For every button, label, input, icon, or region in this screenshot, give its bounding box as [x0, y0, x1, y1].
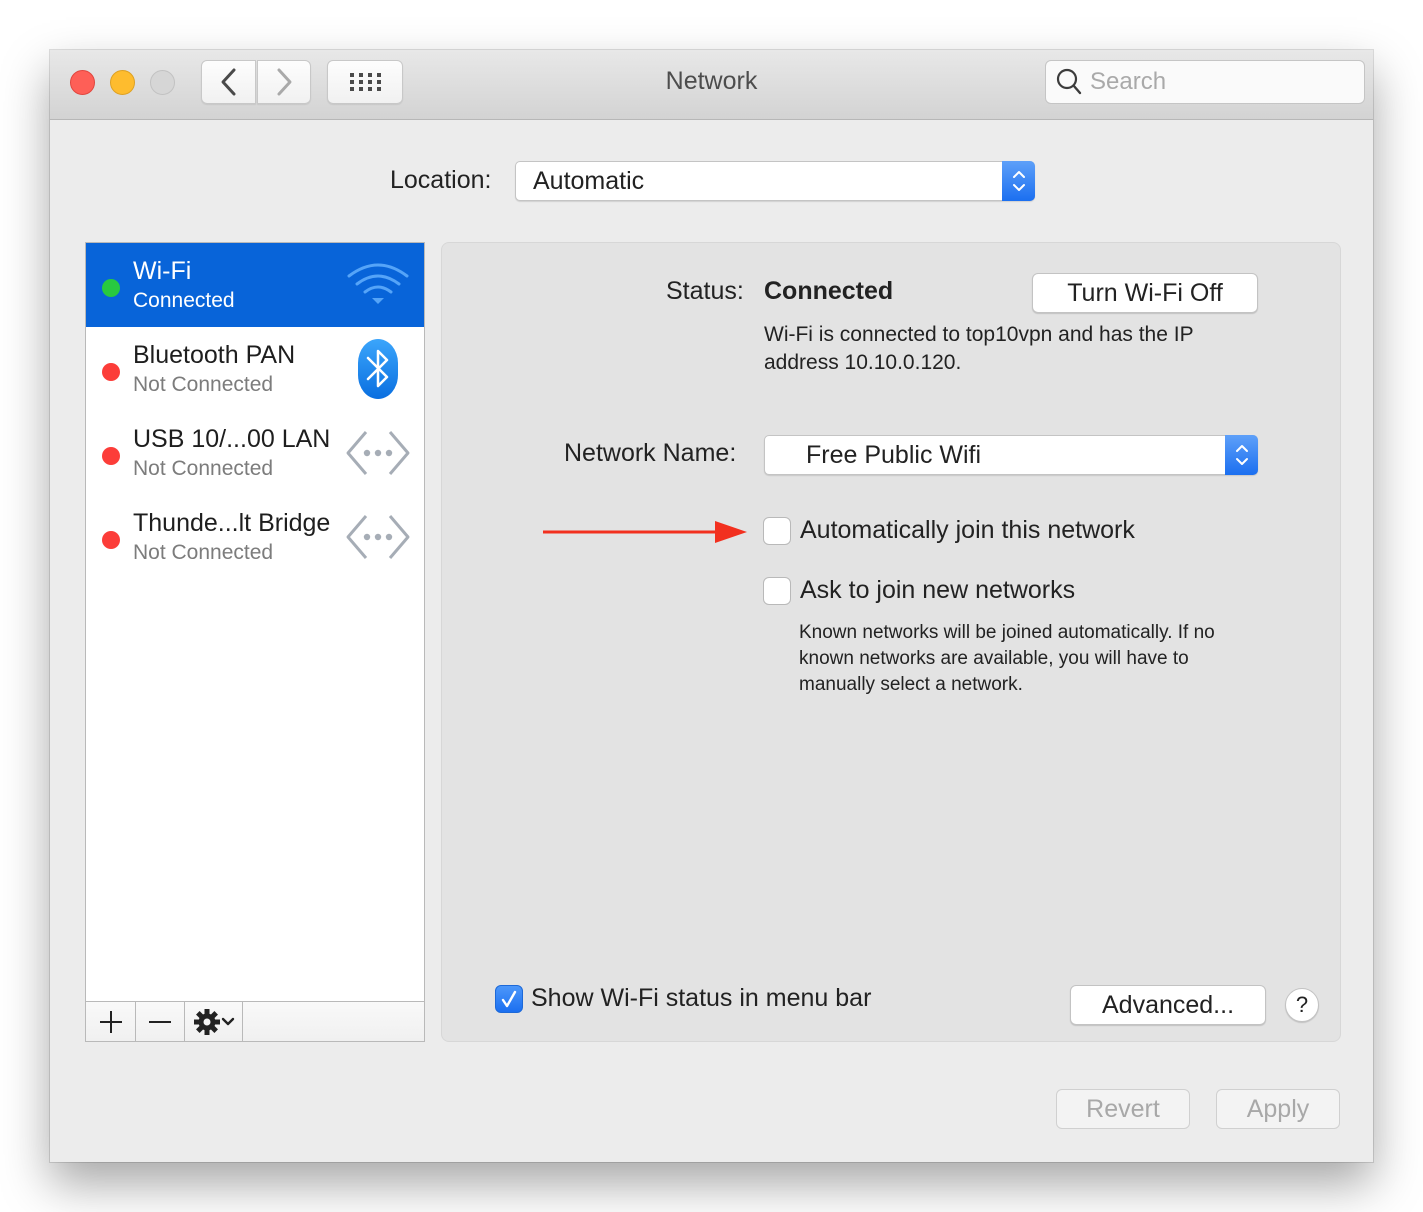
- annotation-arrow-icon: [543, 521, 747, 543]
- revert-button[interactable]: Revert: [1056, 1089, 1190, 1129]
- service-status: Not Connected: [133, 373, 274, 396]
- status-dot-disconnected: [102, 363, 120, 381]
- service-list-toolbar: [86, 1001, 424, 1041]
- help-button[interactable]: ?: [1285, 988, 1319, 1022]
- status-label: Status:: [666, 277, 744, 305]
- bluetooth-icon: [346, 339, 410, 399]
- network-name-popup[interactable]: Free Public Wifi: [764, 435, 1258, 475]
- service-item-thunderbolt-bridge[interactable]: Thunde...lt Bridge Not Connected: [86, 495, 424, 579]
- checkmark-icon: [501, 990, 517, 1008]
- service-name: Bluetooth PAN: [133, 341, 296, 369]
- service-status: Connected: [133, 289, 235, 312]
- ask-to-join-label[interactable]: Ask to join new networks: [800, 576, 1075, 605]
- service-item-wifi[interactable]: Wi-Fi Connected: [86, 243, 424, 327]
- status-description: Wi-Fi is connected to top10vpn and has t…: [764, 323, 1194, 374]
- advanced-button[interactable]: Advanced...: [1070, 985, 1266, 1025]
- location-value: Automatic: [533, 167, 645, 195]
- add-service-button[interactable]: [86, 1002, 136, 1041]
- gear-icon: [193, 1008, 220, 1035]
- turn-wifi-off-button[interactable]: Turn Wi-Fi Off: [1032, 273, 1258, 313]
- minus-icon: [149, 1020, 171, 1023]
- status-dot-disconnected: [102, 531, 120, 549]
- ethernet-icon: [346, 507, 410, 567]
- location-label: Location:: [390, 166, 492, 194]
- ask-to-join-description: Known networks will be joined automatica…: [799, 622, 1215, 695]
- network-name-value: Free Public Wifi: [806, 441, 982, 469]
- popup-arrows-icon: [1002, 161, 1035, 201]
- location-popup[interactable]: Automatic: [515, 161, 1035, 201]
- auto-join-checkbox[interactable]: [763, 517, 791, 545]
- chevron-down-icon: [221, 1017, 234, 1025]
- status-dot-connected: [102, 279, 120, 297]
- wifi-detail-panel: Status: Connected Turn Wi-Fi Off Wi-Fi i…: [441, 242, 1341, 1042]
- show-wifi-status-label[interactable]: Show Wi-Fi status in menu bar: [531, 984, 871, 1013]
- apply-button[interactable]: Apply: [1216, 1089, 1340, 1129]
- show-wifi-status-checkbox[interactable]: [495, 985, 523, 1013]
- service-status: Not Connected: [133, 541, 274, 564]
- network-preferences-window: Network Location: Automatic Wi-Fi Connec…: [50, 50, 1373, 1162]
- service-name: USB 10/...00 LAN: [133, 425, 331, 453]
- search-input[interactable]: [1090, 68, 1350, 96]
- service-list: Wi-Fi Connected Bluetooth PAN Not Connec…: [85, 242, 425, 1042]
- popup-arrows-icon: [1225, 435, 1258, 475]
- service-item-bluetooth[interactable]: Bluetooth PAN Not Connected: [86, 327, 424, 411]
- plus-icon: [99, 1010, 122, 1033]
- status-value: Connected: [764, 277, 894, 305]
- auto-join-label[interactable]: Automatically join this network: [800, 516, 1135, 545]
- network-name-label: Network Name:: [564, 439, 737, 467]
- search-field[interactable]: [1045, 60, 1365, 104]
- service-actions-menu[interactable]: [185, 1002, 243, 1041]
- service-name: Thunde...lt Bridge: [133, 509, 331, 537]
- status-dot-disconnected: [102, 447, 120, 465]
- remove-service-button[interactable]: [136, 1002, 185, 1041]
- service-status: Not Connected: [133, 457, 274, 480]
- wifi-icon: [346, 255, 410, 315]
- service-name: Wi-Fi: [133, 257, 192, 285]
- search-icon: [1056, 68, 1082, 95]
- ethernet-icon: [346, 423, 410, 483]
- title-bar: Network: [50, 50, 1373, 120]
- service-item-usb-lan[interactable]: USB 10/...00 LAN Not Connected: [86, 411, 424, 495]
- ask-to-join-checkbox[interactable]: [763, 577, 791, 605]
